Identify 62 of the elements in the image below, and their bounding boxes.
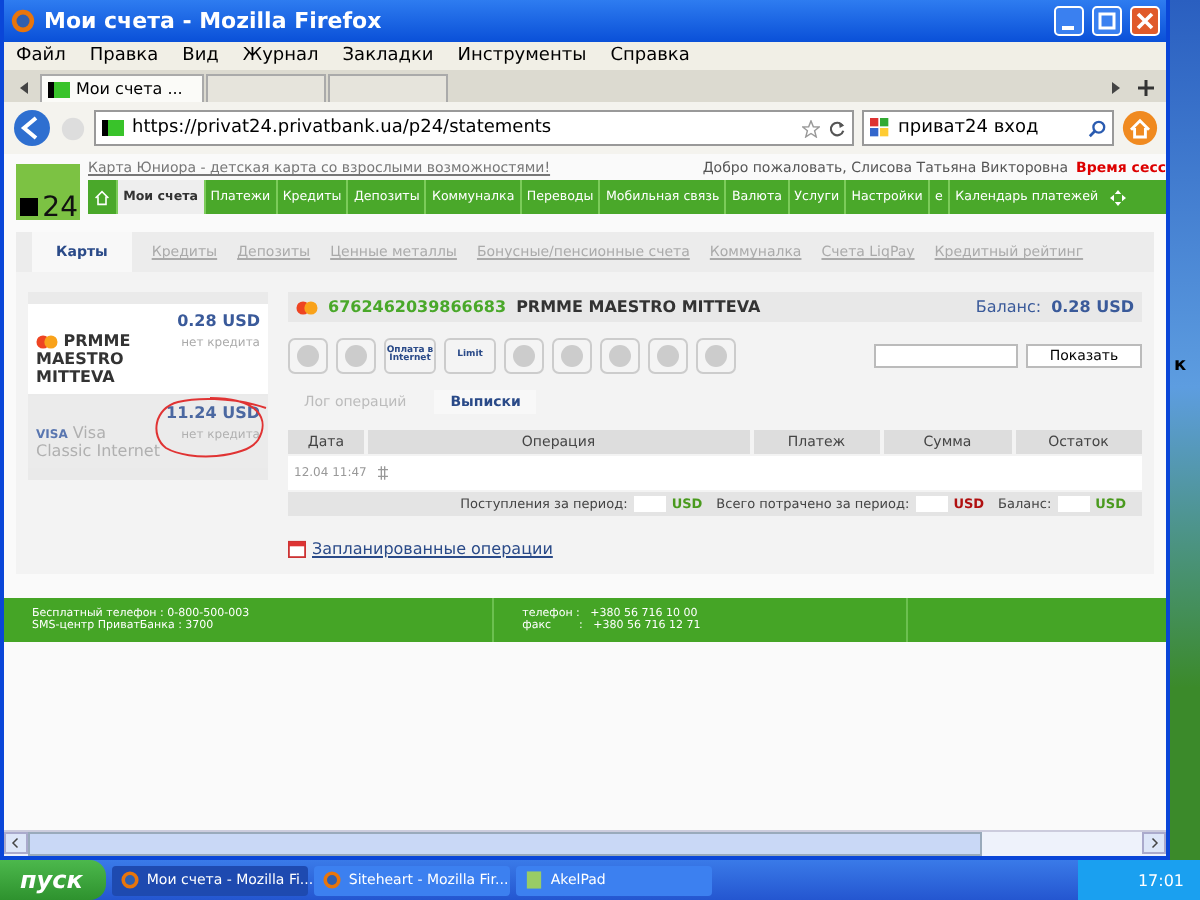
- balance-label: Баланс:: [975, 298, 1042, 316]
- scheduled-operations-link[interactable]: Запланированные операции: [312, 540, 553, 558]
- operation-icon: [378, 466, 389, 480]
- mastercard-icon: [36, 333, 58, 350]
- menu-item[interactable]: Закладки: [342, 46, 434, 66]
- new-tab-icon[interactable]: [1138, 80, 1154, 96]
- firefox-icon: [10, 8, 36, 34]
- close-button[interactable]: [1130, 6, 1160, 36]
- hidden-amount: [1057, 496, 1090, 512]
- clock: 17:01: [1137, 871, 1184, 889]
- browser-tab[interactable]: Мои счета ...: [40, 74, 204, 102]
- calendar-icon: [288, 540, 306, 558]
- period-input[interactable]: [874, 344, 1018, 368]
- home-icon[interactable]: [1122, 110, 1158, 146]
- card-balance: 0.28 USD: [177, 312, 260, 330]
- window-title: Мои счета - Mozilla Firefox: [44, 8, 384, 34]
- search-icon[interactable]: [1088, 119, 1106, 137]
- action-button[interactable]: [552, 338, 592, 374]
- card-number: 6762462039866683: [328, 298, 507, 316]
- action-button[interactable]: [696, 338, 736, 374]
- menu-item[interactable]: Справка: [610, 46, 690, 66]
- scroll-left-button[interactable]: [4, 832, 28, 854]
- action-button[interactable]: [600, 338, 640, 374]
- action-button[interactable]: [288, 338, 328, 374]
- browser-tab[interactable]: [328, 74, 448, 102]
- action-button[interactable]: [648, 338, 688, 374]
- start-button[interactable]: пуск: [0, 860, 107, 900]
- address-field[interactable]: https://privat24.privatbank.ua/p24/statements: [94, 110, 854, 146]
- menu-item[interactable]: Правка: [89, 46, 159, 66]
- search-engine-icon: [870, 118, 890, 138]
- scroll-right-button[interactable]: [1142, 832, 1166, 854]
- card-name: PRMME MAESTRO MITTEVA: [36, 332, 133, 386]
- firefox-icon: [322, 870, 343, 890]
- hidden-amount: [915, 496, 948, 512]
- search-field[interactable]: приват24 вход: [862, 110, 1114, 146]
- desktop-icon-label: к: [1174, 356, 1187, 376]
- browser-tab[interactable]: [206, 74, 326, 102]
- menu-item[interactable]: Файл: [16, 46, 66, 66]
- action-button[interactable]: [336, 338, 376, 374]
- notepad-icon: [524, 870, 545, 890]
- reload-icon[interactable]: [828, 119, 846, 137]
- minimize-button[interactable]: [1054, 6, 1084, 36]
- back-button[interactable]: [12, 108, 52, 148]
- maximize-button[interactable]: [1092, 6, 1122, 36]
- action-button[interactable]: [504, 338, 544, 374]
- horizontal-scrollbar[interactable]: [4, 830, 1166, 856]
- site-icon: [102, 120, 124, 136]
- move-icon[interactable]: [1109, 189, 1126, 205]
- mastercard-icon: [296, 299, 318, 315]
- home-icon[interactable]: [94, 189, 110, 205]
- star-icon[interactable]: [802, 119, 820, 137]
- scroll-left-icon[interactable]: [16, 80, 32, 96]
- bank-logo[interactable]: 24: [16, 164, 80, 220]
- balance-value: 0.28 USD: [1051, 298, 1134, 316]
- menu-item[interactable]: Журнал: [242, 46, 319, 66]
- firefox-icon: [120, 870, 141, 890]
- card-name: PRMME MAESTRO MITTEVA: [516, 298, 761, 316]
- site-icon: [48, 81, 70, 97]
- menu-item[interactable]: Вид: [182, 46, 219, 66]
- scroll-right-icon[interactable]: [1108, 80, 1124, 96]
- hidden-amount: [633, 496, 666, 512]
- menu-item[interactable]: Инструменты: [457, 46, 587, 66]
